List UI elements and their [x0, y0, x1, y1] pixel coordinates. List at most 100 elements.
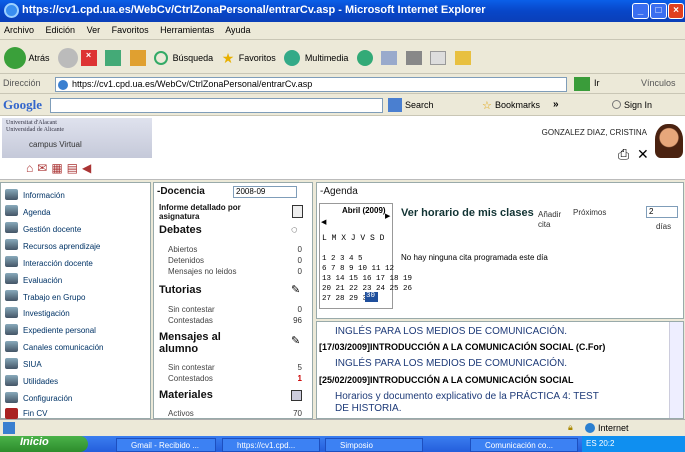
task-gmail[interactable]: Gmail - Recibido ... — [116, 438, 216, 452]
refresh-icon[interactable] — [105, 50, 122, 66]
days-select[interactable]: 2 — [646, 206, 678, 218]
tutorias-row: Sin contestar 0 — [168, 305, 302, 314]
home-icon[interactable]: ⌂ — [26, 161, 37, 175]
task-comunicacion[interactable]: Comunicación co... — [470, 438, 578, 452]
print-icon[interactable] — [405, 51, 422, 65]
sidebar-item-canales[interactable]: Canales comunicación — [23, 343, 104, 352]
calendar-week[interactable]: 1 2 3 4 5 — [322, 254, 392, 264]
sidebar-item-fin[interactable]: Fin CV — [23, 409, 47, 418]
page-icon — [58, 80, 68, 90]
maximize-button[interactable]: □ — [650, 3, 667, 19]
announcement-line[interactable]: [17/03/2009]INTRODUCCIÓN A LA COMUNICACI… — [319, 342, 605, 352]
edit-icon[interactable] — [430, 51, 447, 65]
menu-favoritos[interactable]: Favoritos — [112, 25, 149, 35]
favorites-star-icon[interactable]: ★ — [222, 50, 235, 67]
materiales-heading[interactable]: Materiales — [159, 389, 213, 401]
menu-herramientas[interactable]: Herramientas — [160, 25, 214, 35]
calendar-week[interactable]: 27 28 29 30 — [322, 294, 392, 304]
back-button[interactable]: Atrás — [29, 53, 50, 63]
calendar-week[interactable]: 6 7 8 9 10 11 12 — [322, 264, 394, 274]
go-button[interactable]: Ir — [594, 78, 600, 88]
scrollbar[interactable] — [669, 322, 683, 418]
print-icon[interactable]: ▤ — [67, 161, 82, 175]
menu-archivo[interactable]: Archivo — [4, 25, 34, 35]
task-simposio[interactable]: Simposio — [325, 438, 423, 452]
folder-icon[interactable] — [454, 51, 471, 65]
debates-row: Detenidos 0 — [168, 256, 302, 265]
calendar-month: Abril (2009) — [342, 206, 386, 215]
announcement-line[interactable]: Horarios y documento explicativo de la P… — [335, 391, 599, 402]
materiales-row: Activos 70 — [168, 409, 302, 418]
sidebar-item-investigacion[interactable]: Investigación — [23, 309, 70, 318]
toolbar: Atrás × Búsqueda ★ Favoritos Multimedia — [0, 40, 685, 74]
google-search-input[interactable] — [50, 98, 383, 113]
google-search-icon[interactable] — [388, 98, 402, 112]
google-search-button[interactable]: Search — [405, 100, 434, 110]
sidebar-item-recursos[interactable]: Recursos aprendizaje — [23, 242, 100, 251]
header-icon-row: ⌂✉▦▤◀ — [26, 161, 95, 175]
sidebar-item-configuracion[interactable]: Configuración — [23, 394, 72, 403]
sidebar-item-gestion[interactable]: Gestión docente — [23, 225, 81, 234]
bookmarks-button[interactable]: Bookmarks — [495, 100, 540, 110]
announcement-line[interactable]: DE HISTORIA. — [335, 403, 402, 414]
go-arrow-icon[interactable] — [574, 77, 590, 91]
sidebar-item-expediente[interactable]: Expediente personal — [23, 326, 96, 335]
calendar-week[interactable]: 20 21 22 23 24 25 26 — [322, 284, 412, 294]
sidebar-item-siua[interactable]: SIUA — [23, 360, 42, 369]
prev-month-icon[interactable]: ◀ — [321, 218, 326, 226]
add-appointment-link[interactable]: Añadir cita — [538, 210, 570, 230]
calendar-week[interactable]: 13 14 15 16 17 18 19 — [322, 274, 412, 284]
home-icon[interactable] — [129, 50, 146, 66]
printer-icon[interactable]: ⎙ — [618, 146, 629, 163]
favorites-button[interactable]: Favoritos — [239, 53, 276, 63]
tutorias-icon: ✎ — [291, 284, 301, 296]
announcement-line[interactable]: [25/02/2009]INTRODUCCIÓN A LA COMUNICACI… — [319, 375, 574, 385]
tutorias-heading[interactable]: Tutorias — [159, 284, 202, 296]
sidebar-item-interaccion[interactable]: Interacción docente — [23, 259, 93, 268]
status-bar: 🔒︎ Internet — [0, 419, 685, 436]
media-button[interactable]: Multimedia — [305, 53, 349, 63]
report-icon[interactable] — [292, 205, 303, 218]
signin-button[interactable]: Sign In — [624, 100, 652, 110]
debates-heading[interactable]: Debates — [159, 224, 202, 236]
bookmarks-star-icon[interactable]: ☆ — [482, 99, 492, 112]
search-button[interactable]: Búsqueda — [173, 53, 214, 63]
media-icon[interactable] — [284, 50, 301, 66]
address-input[interactable]: https://cv1.cpd.ua.es/WebCv/CtrlZonaPers… — [55, 77, 567, 92]
menu-ayuda[interactable]: Ayuda — [225, 25, 250, 35]
debates-icon: ◌ — [291, 224, 298, 236]
history-icon[interactable] — [356, 50, 373, 66]
more-button[interactable]: » — [553, 99, 559, 110]
calendar-icon[interactable]: ▦ — [51, 161, 66, 175]
announcement-line[interactable]: INGLÉS PARA LOS MEDIOS DE COMUNICACIÓN. — [335, 326, 567, 337]
back-arrow-icon[interactable] — [4, 47, 26, 69]
task-browser[interactable]: https://cv1.cpd... — [222, 438, 320, 452]
search-icon[interactable] — [154, 51, 169, 65]
links-label[interactable]: Vínculos — [641, 78, 676, 88]
stop-icon[interactable]: × — [80, 50, 97, 66]
exit-icon[interactable]: ◀ — [82, 161, 95, 175]
sidebar-item-utilidades[interactable]: Utilidades — [23, 377, 58, 386]
sidebar-item-agenda[interactable]: Agenda — [23, 208, 51, 217]
mensajes-heading[interactable]: Mensajes al alumno — [159, 331, 254, 355]
sidebar-item-trabajo[interactable]: Trabajo en Grupo — [23, 293, 85, 302]
sidebar-item-informacion[interactable]: Información — [23, 191, 65, 200]
menu-edicion[interactable]: Edición — [46, 25, 76, 35]
google-logo[interactable]: Google — [3, 97, 42, 113]
next-month-icon[interactable]: ▶ — [385, 212, 390, 220]
forward-arrow-icon[interactable] — [58, 48, 79, 68]
horario-link[interactable]: Ver horario de mis clases — [401, 207, 541, 219]
tools-icon[interactable]: ✕ — [637, 146, 649, 163]
announcement-line[interactable]: INGLÉS PARA LOS MEDIOS DE COMUNICACIÓN. — [335, 358, 567, 369]
informe-link[interactable]: Informe detallado por asignatura — [159, 203, 259, 221]
year-select[interactable]: 2008-09 — [233, 186, 297, 198]
start-button[interactable]: Inicio — [0, 436, 88, 452]
close-button[interactable]: × — [668, 3, 684, 19]
mail-icon[interactable] — [381, 51, 398, 65]
today-day[interactable]: 30 — [366, 292, 375, 300]
calendar-grid: 1 2 3 4 5 6 7 8 9 10 11 12 13 14 15 16 17… — [322, 244, 412, 314]
menu-ver[interactable]: Ver — [87, 25, 101, 35]
mail-icon[interactable]: ✉ — [37, 161, 51, 175]
minimize-button[interactable]: _ — [632, 3, 649, 19]
sidebar-item-evaluacion[interactable]: Evaluación — [23, 276, 62, 285]
